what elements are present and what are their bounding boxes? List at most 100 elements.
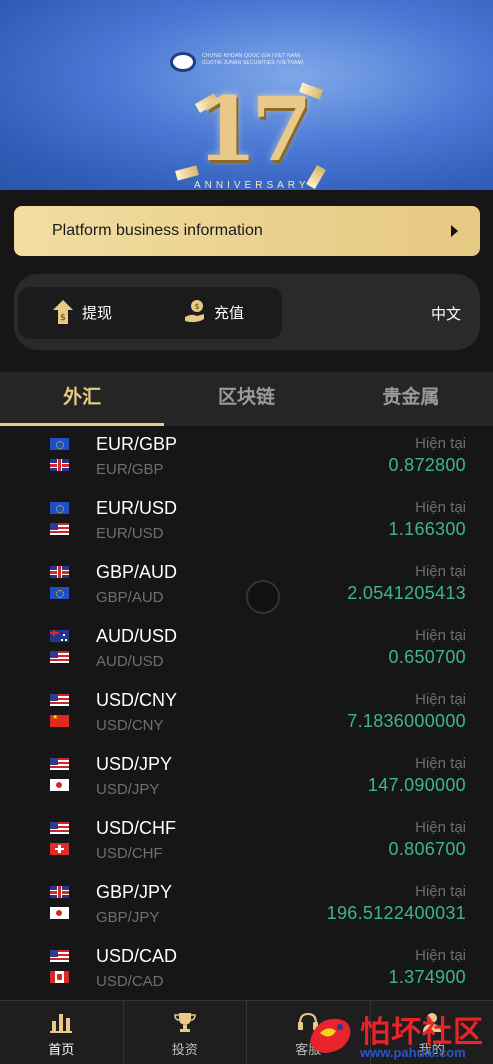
flag-us-icon — [50, 758, 69, 770]
pair-row[interactable]: USD/CHF USD/CHF Hiện tại 0.806700 — [0, 810, 493, 874]
logo-line-en: GUOTAI JUNAN SECURITIES (VIETNAM) — [202, 60, 304, 66]
flag-us-icon — [50, 523, 69, 535]
price-label: Hiện tại — [415, 819, 466, 836]
flag-uk-icon — [50, 459, 69, 471]
price-value: 0.806700 — [388, 839, 466, 859]
price-value: 1.166300 — [388, 519, 466, 539]
withdraw-icon: $ — [53, 300, 73, 324]
price-label: Hiện tại — [415, 691, 466, 708]
pair-subtitle: USD/JPY — [96, 781, 160, 798]
pair-flags — [50, 758, 69, 800]
price-value: 0.650700 — [388, 647, 466, 667]
flag-cn-icon — [50, 715, 69, 727]
chart-bars-icon — [50, 1014, 73, 1033]
tab-blockchain[interactable]: 区块链 — [164, 372, 328, 426]
price-label: Hiện tại — [415, 883, 466, 900]
deposit-icon: $ — [185, 300, 204, 323]
watermark-logo-icon — [310, 1018, 351, 1053]
company-logo-text: CHỨNG KHOÁN QUỐC GIA (VIỆT NAM) GUOTAI J… — [202, 53, 327, 67]
pair-subtitle: EUR/GBP — [96, 461, 164, 478]
price-label: Hiện tại — [415, 947, 466, 964]
pair-subtitle: GBP/AUD — [96, 589, 164, 606]
svg-text:$: $ — [194, 302, 199, 311]
pair-symbol: GBP/JPY — [96, 882, 173, 902]
price-value: 147.090000 — [367, 775, 466, 795]
pair-subtitle: GBP/JPY — [96, 909, 160, 926]
flag-us-icon — [50, 950, 69, 962]
language-switch[interactable]: 中文 — [431, 303, 461, 324]
pair-subtitle: USD/CHF — [96, 845, 163, 862]
price-label: Hiện tại — [415, 435, 466, 452]
anniversary-caption: ANNIVERSARY — [194, 180, 310, 190]
pair-flags — [50, 566, 69, 608]
price-value: 7.1836000000 — [347, 711, 466, 731]
pair-row[interactable]: AUD/USD AUD/USD Hiện tại 0.650700 — [0, 618, 493, 682]
withdraw-button[interactable]: $ 提现 — [52, 299, 112, 325]
pair-symbol: EUR/GBP — [96, 434, 178, 454]
flag-eu-icon — [50, 587, 69, 599]
deposit-label: 充值 — [214, 304, 245, 322]
svg-text:$: $ — [60, 313, 66, 323]
flag-uk-icon — [50, 886, 69, 898]
withdraw-label: 提现 — [82, 304, 113, 322]
flag-eu-icon — [50, 502, 69, 514]
pair-subtitle: USD/CNY — [96, 717, 164, 734]
floating-assist-button[interactable] — [246, 580, 280, 614]
trophy-icon — [173, 1013, 196, 1032]
flag-ca-icon — [50, 971, 69, 983]
flag-eu-icon — [50, 438, 69, 450]
pair-row[interactable]: GBP/JPY GBP/JPY Hiện tại 196.5122400031 — [0, 874, 493, 938]
flag-us-icon — [50, 694, 69, 706]
nav-home[interactable]: 首页 — [0, 1001, 124, 1064]
pair-row[interactable]: EUR/USD EUR/USD Hiện tại 1.166300 — [0, 490, 493, 554]
chevron-right-icon — [451, 225, 458, 237]
pair-list: EUR/GBP EUR/GBP Hiện tại 0.872800 EUR/USD EUR… — [0, 426, 493, 1002]
price-value: 2.0541205413 — [347, 583, 466, 603]
pair-row[interactable]: GBP/AUD GBP/AUD Hiện tại 2.0541205413 — [0, 554, 493, 618]
pair-flags — [50, 950, 69, 992]
nav-home-label: 首页 — [48, 1042, 75, 1057]
pair-flags — [50, 822, 69, 864]
logo-line-vi: CHỨNG KHOÁN QUỐC GIA (VIỆT NAM) — [202, 53, 301, 59]
flag-jp-icon — [50, 907, 69, 919]
pair-row[interactable]: USD/JPY USD/JPY Hiện tại 147.090000 — [0, 746, 493, 810]
action-group: $ 提现 $ 充值 — [18, 287, 282, 339]
price-label: Hiện tại — [415, 627, 466, 644]
pair-subtitle: AUD/USD — [96, 653, 164, 670]
price-value: 1.374900 — [388, 967, 466, 987]
pair-symbol: USD/JPY — [96, 754, 173, 774]
market-tabs: 外汇 区块链 贵金属 — [0, 372, 493, 426]
flag-uk-icon — [50, 566, 69, 578]
pair-row[interactable]: EUR/GBP EUR/GBP Hiện tại 0.872800 — [0, 426, 493, 490]
pair-flags — [50, 886, 69, 928]
nav-invest-label: 投资 — [171, 1042, 198, 1057]
pair-subtitle: EUR/USD — [96, 525, 164, 542]
tab-precious-metals[interactable]: 贵金属 — [329, 372, 493, 426]
watermark: 怕坏社区 www.pahuai.com — [302, 1005, 493, 1064]
flag-us-icon — [50, 651, 69, 663]
platform-info-button[interactable]: Platform business information — [14, 206, 480, 256]
company-logo-icon — [170, 52, 196, 72]
price-value: 196.5122400031 — [326, 903, 466, 923]
action-card: $ 提现 $ 充值 中文 — [14, 274, 480, 350]
pair-flags — [50, 694, 69, 736]
pair-flags — [50, 502, 69, 544]
nav-invest[interactable]: 投资 — [124, 1001, 247, 1064]
watermark-url: www.pahuai.com — [360, 1045, 466, 1060]
flag-ch-icon — [50, 843, 69, 855]
price-label: Hiện tại — [415, 499, 466, 516]
price-label: Hiện tại — [415, 563, 466, 580]
pair-symbol: USD/CAD — [96, 946, 178, 966]
price-value: 0.872800 — [388, 455, 466, 475]
flag-jp-icon — [50, 779, 69, 791]
price-label: Hiện tại — [415, 755, 466, 772]
deposit-button[interactable]: $ 充值 — [184, 299, 244, 325]
platform-info-label: Platform business information — [52, 222, 263, 239]
pair-row[interactable]: USD/CNY USD/CNY Hiện tại 7.1836000000 — [0, 682, 493, 746]
pair-symbol: EUR/USD — [96, 498, 178, 518]
pair-row[interactable]: USD/CAD USD/CAD Hiện tại 1.374900 — [0, 938, 493, 1002]
tab-forex[interactable]: 外汇 — [0, 372, 165, 426]
pair-flags — [50, 630, 69, 672]
pair-symbol: AUD/USD — [96, 626, 178, 646]
anniversary-number: 17 — [196, 77, 312, 181]
